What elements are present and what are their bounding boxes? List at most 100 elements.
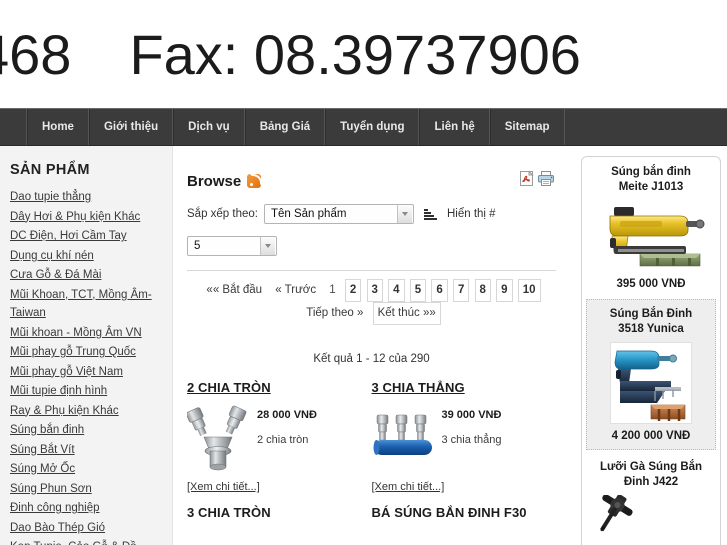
nav-item-bang-gia[interactable]: Bảng Giá [244,109,326,145]
blue-nail-gun-photo[interactable] [610,342,692,424]
list-item: Dụng cụ khí nén [10,246,164,265]
browse-header: Browse [187,170,556,192]
promo-item-luoi-ga-j422[interactable]: Lưỡi Gà Súng Bắn Đinh J422 [588,460,714,540]
sidebar-item-sung-ban-dinh[interactable]: Súng bắn đinh [10,424,84,436]
sidebar-item-mui-phay-go-viet-nam[interactable]: Mũi phay gỗ Việt Nam [10,366,123,378]
sidebar-item-sung-phun-son[interactable]: Súng Phun Sơn [10,483,92,495]
sidebar-item-dao-tupie-thang[interactable]: Dao tupie thẳng [10,191,91,203]
list-item: Dao Bào Thép Gió [10,518,164,537]
sidebar-item-kep-tupie-cao-go[interactable]: Kẹp Tupie, Cảo Gỗ & Đồ Nghề [10,541,137,545]
product-body: 28 000 VNĐ 2 chia tròn [187,403,364,475]
sidebar-item-cua-go-da-mai[interactable]: Cưa Gỗ & Đá Mài [10,269,101,281]
product-title-link[interactable]: 3 CHIA THẲNG [372,380,465,395]
pagination-page-8[interactable]: 8 [474,279,491,302]
list-item: DC Điện, Hơi Cầm Tay [10,226,164,245]
display-limit-select[interactable]: 5 [187,236,277,256]
sidebar-item-dao-bao-thep-gio[interactable]: Dao Bào Thép Gió [10,522,105,534]
pdf-icon[interactable] [520,171,535,186]
promo-title-line2: 3518 Yunica [618,323,684,335]
sidebar-title: SẢN PHẨM [10,162,90,178]
sidebar-item-mui-tupie-dinh-hinh[interactable]: Mũi tupie định hình [10,385,107,397]
nav-right-spacer [565,109,727,145]
sidebar-item-day-hoi-phu-kien[interactable]: Dây Hơi & Phụ kiện Khác [10,211,140,223]
rss-icon[interactable] [247,173,262,188]
product-description: 3 chia thẳng [441,434,502,446]
nav-item-sitemap[interactable]: Sitemap [489,109,565,145]
sort-label: Sắp xếp theo: [187,208,258,220]
list-item: Mũi phay gỗ Việt Nam [10,362,164,381]
promo-price: 395 000 VNĐ [616,278,686,290]
chevron-down-icon [260,237,275,255]
promo-box: Súng bắn đinh Meite J1013 395 000 VNĐ Sú… [581,156,721,545]
sidebar-item-dinh-cong-nghiep[interactable]: Đinh công nghiệp [10,502,100,514]
pagination-page-7[interactable]: 7 [452,279,470,302]
sort-by-select[interactable]: Tên Sản phẩm [263,204,414,224]
pagination-next[interactable]: Tiếp theo » [302,303,367,324]
pagination-page-5[interactable]: 5 [409,279,427,302]
product-title-link[interactable]: 2 CHIA TRÒN [187,380,271,395]
sidebar-item-mui-khoan-tct-taiwan[interactable]: Mũi Khoan, TCT, Mồng Âm-Taiwan [10,289,152,320]
pagination-prev[interactable]: « Trước [271,280,320,301]
promo-item-meite-j1013[interactable]: Súng bắn đinh Meite J1013 395 000 VNĐ [588,165,714,290]
pagination-page-3[interactable]: 3 [366,279,383,302]
product-card-2-chia-tron: 2 CHIA TRÒN 28 000 VNĐ 2 chia tròn [Xem … [187,379,372,520]
product-price: 39 000 VNĐ [441,409,502,421]
product-grid: 2 CHIA TRÒN 28 000 VNĐ 2 chia tròn [Xem … [187,379,556,520]
nav-item-dich-vu[interactable]: Dịch vụ [173,109,245,145]
product-title-ba-sung-ban-dinh-f30[interactable]: BÁ SÚNG BẮN ĐINH F30 [372,505,549,520]
header-fax-text: Fax: 08.39737906 [129,23,581,86]
sidebar-item-mui-phay-go-trung-quoc[interactable]: Mũi phay gỗ Trung Quốc [10,346,136,358]
promo-item-3518-yunica[interactable]: Súng Bắn Đinh 3518 Yunica 4 200 000 VNĐ [586,299,716,450]
pneumatic-y-splitter-photo[interactable] [187,403,249,475]
pagination-page-1[interactable]: 1 [325,280,339,301]
sidebar-item-ray-phu-kien-khac[interactable]: Ray & Phụ kiện Khác [10,405,119,417]
product-title-3-chia-tron[interactable]: 3 CHIA TRÒN [187,505,364,520]
header-contact-text: 468 Fax: 08.39737906 [0,22,581,87]
pagination-page-10[interactable]: 10 [517,279,541,302]
main-content: Browse Sắp xếp theo: Tên Sản phẩm Hiển t… [174,146,574,545]
pagination-first[interactable]: «« Bắt đầu [202,280,266,301]
promo-title: Súng Bắn Đinh 3518 Yunica [592,307,710,337]
promo-title: Súng bắn đinh Meite J1013 [588,165,714,195]
promo-price: 4 200 000 VNĐ [611,430,691,442]
list-item: Súng Bắt Vít [10,440,164,459]
product-detail-link[interactable]: [Xem chi tiết...] [187,481,260,493]
pneumatic-3way-manifold-photo[interactable] [372,403,434,475]
sort-ascending-icon[interactable] [423,208,437,221]
pagination-page-4[interactable]: 4 [388,279,405,302]
list-item: Dao tupie thẳng [10,187,164,206]
sidebar-item-mui-khoan-mong-am-vn[interactable]: Mũi khoan - Mồng Âm VN [10,327,142,339]
sidebar-item-dc-dien-hoi-cam-tay[interactable]: DC Điện, Hơi Cầm Tay [10,230,127,242]
display-count-label: Hiển thị # [446,208,496,220]
nav-item-gioi-thieu[interactable]: Giới thiệu [88,109,174,145]
list-item: Mũi khoan - Mồng Âm VN [10,323,164,342]
black-nail-gun-part-photo[interactable] [588,495,714,540]
document-tools [520,171,554,186]
pagination-page-2[interactable]: 2 [344,279,362,302]
display-limit-value: 5 [194,240,201,252]
sidebar-item-sung-mo-oc[interactable]: Súng Mở Ốc [10,463,75,475]
sort-controls: Sắp xếp theo: Tên Sản phẩm Hiển thị # 5 [187,204,556,256]
yellow-nail-gun-photo[interactable] [588,200,714,272]
print-icon[interactable] [538,171,554,186]
sidebar-item-dung-cu-khi-nen[interactable]: Dụng cụ khí nén [10,250,94,262]
product-price: 28 000 VNĐ [257,409,317,421]
nav-item-tuyen-dung[interactable]: Tuyển dụng [325,109,420,145]
list-item: Súng Mở Ốc [10,459,164,478]
product-info: 28 000 VNĐ 2 chia tròn [249,403,317,446]
promo-title-line1: Súng bắn đinh [611,166,691,178]
left-sidebar: SẢN PHẨM Dao tupie thẳng Dây Hơi & Phụ k… [0,146,173,545]
product-detail-link[interactable]: [Xem chi tiết...] [372,481,445,493]
nav-left-spacer [0,109,27,145]
nav-item-lien-he[interactable]: Liên hệ [419,109,490,145]
pagination: «« Bắt đầu « Trước 1 2 3 4 5 6 7 8 9 10 … [187,279,556,325]
pagination-page-9[interactable]: 9 [496,279,513,302]
product-description: 2 chia tròn [257,434,309,446]
list-item: Súng bắn đinh [10,420,164,439]
pagination-page-6[interactable]: 6 [431,279,448,302]
nav-item-home[interactable]: Home [27,109,89,145]
list-item: Súng Phun Sơn [10,479,164,498]
product-info: 39 000 VNĐ 3 chia thẳng [434,403,502,446]
sidebar-item-sung-bat-vit[interactable]: Súng Bắt Vít [10,444,75,456]
pagination-last[interactable]: Kết thúc »» [372,302,441,325]
